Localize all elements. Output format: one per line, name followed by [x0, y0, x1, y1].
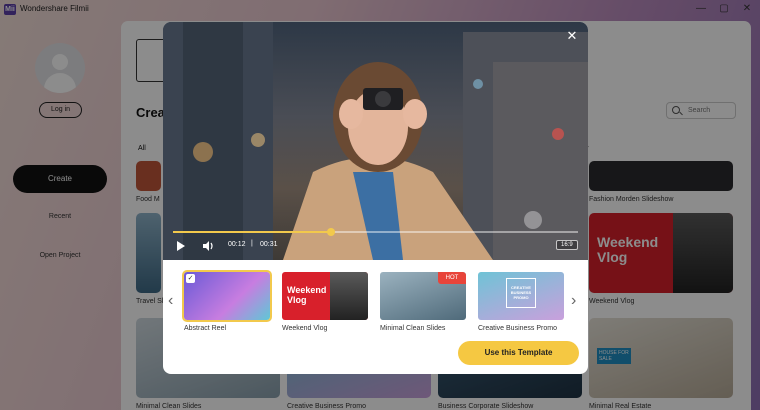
template-thumb-minimal-clean[interactable]: HOT — [380, 272, 466, 320]
template-thumb-abstract-reel[interactable]: ✓ — [182, 270, 272, 322]
hot-badge: HOT — [438, 272, 466, 284]
time-separator: | — [251, 240, 253, 247]
volume-icon[interactable] — [202, 240, 214, 252]
template-preview-modal: ✕ 00:12 | 00:31 16:9 ‹ › ✓ Abstract Reel… — [163, 22, 588, 374]
weekend-thumb-title: Weekend Vlog — [287, 285, 327, 305]
close-icon[interactable]: ✕ — [564, 28, 580, 44]
carousel-next-icon[interactable]: › — [571, 292, 576, 310]
selected-check-icon: ✓ — [186, 274, 195, 283]
template-thumb-label: Weekend Vlog — [282, 325, 328, 332]
video-frame-illustration — [163, 22, 588, 260]
total-time: 00:31 — [260, 241, 278, 248]
aspect-ratio-badge[interactable]: 16:9 — [556, 240, 578, 250]
video-progress-handle[interactable] — [326, 228, 335, 236]
current-time: 00:12 — [228, 241, 246, 248]
creative-thumb-title: CREATIVE BUSINESS PROMO — [506, 278, 536, 308]
play-icon[interactable] — [177, 241, 185, 251]
template-thumb-label: Minimal Clean Slides — [380, 325, 446, 332]
template-thumb-label: Abstract Reel — [184, 325, 227, 332]
use-template-button[interactable]: Use this Template — [458, 341, 579, 365]
video-progress-fill — [173, 231, 331, 233]
weekend-thumb-photo — [330, 272, 368, 320]
template-thumb-label: Creative Business Promo — [478, 325, 557, 332]
template-thumb-weekend-vlog[interactable]: Weekend Vlog — [282, 272, 368, 320]
video-preview[interactable]: ✕ 00:12 | 00:31 16:9 — [163, 22, 588, 260]
template-thumb-creative-business[interactable]: CREATIVE BUSINESS PROMO — [478, 272, 564, 320]
carousel-prev-icon[interactable]: ‹ — [168, 292, 173, 310]
video-progress-bar[interactable] — [173, 228, 578, 236]
